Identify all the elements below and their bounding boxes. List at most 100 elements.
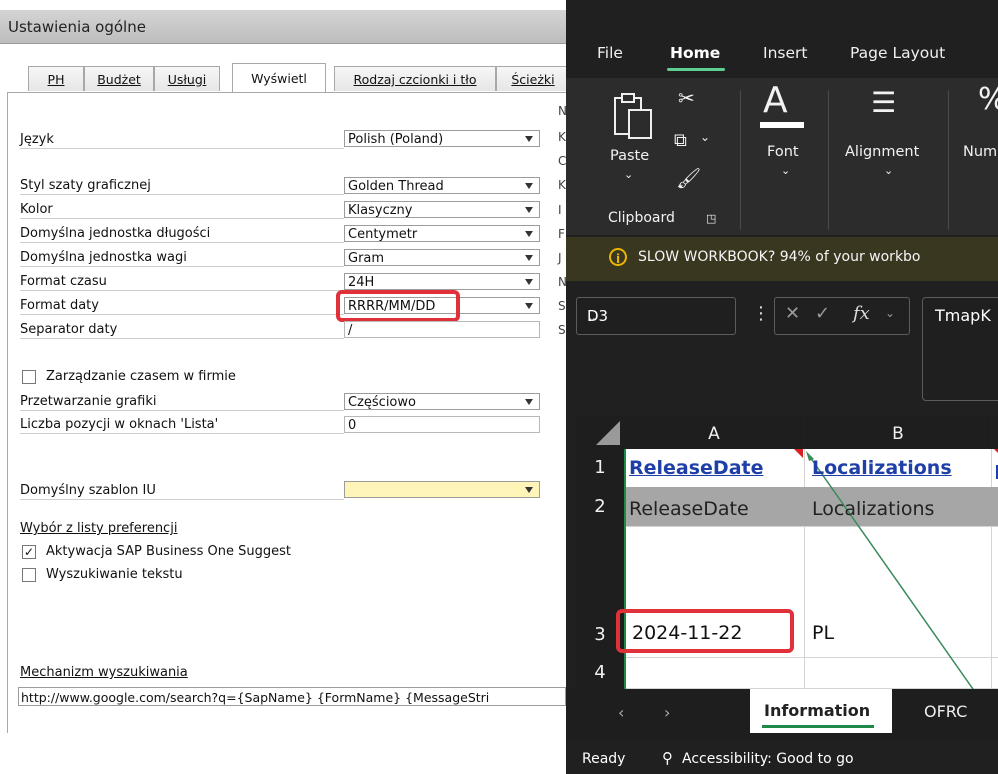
suggest-label: Aktywacja SAP Business One Suggest	[46, 544, 291, 559]
enter-icon[interactable]: ✓	[815, 303, 830, 324]
chevron-down-icon	[525, 207, 533, 213]
ui-template-label: Domyślny szablon IU	[20, 483, 156, 498]
tab-budzet[interactable]: Budżet	[84, 66, 154, 91]
tab-ph[interactable]: PH	[28, 66, 84, 91]
chevron-down-icon[interactable]: ⌄	[884, 164, 893, 177]
clipboard-group-label: Clipboard	[608, 210, 675, 226]
tab-wyswietl[interactable]: Wyświetl	[232, 63, 326, 92]
paste-icon	[614, 93, 652, 139]
name-box[interactable]: D3 ⌄	[576, 297, 736, 335]
menu-home[interactable]: Home	[670, 44, 720, 62]
graphics-processing-label: Przetwarzanie grafiki	[20, 394, 157, 409]
alignment-button[interactable]: Alignment	[845, 144, 919, 160]
cells-area[interactable]	[624, 449, 998, 719]
menu-insert[interactable]: Insert	[763, 44, 807, 62]
prev-sheet-icon[interactable]: ‹	[618, 703, 624, 722]
formula-input[interactable]: TmapK	[922, 297, 998, 401]
list-count-input[interactable]: 0	[344, 416, 540, 433]
date-format-highlight	[336, 290, 460, 322]
theme-label: Styl szaty graficznej	[20, 178, 151, 193]
suggest-checkbox[interactable]: ✓	[22, 545, 36, 559]
ribbon-separator	[828, 90, 829, 230]
clipped-label: J	[558, 251, 562, 265]
status-accessibility[interactable]: Accessibility: Good to go	[682, 751, 854, 767]
chevron-down-icon	[525, 487, 533, 493]
search-engine-url-input[interactable]: http://www.google.com/search?q={SapName}…	[18, 687, 566, 706]
color-select[interactable]: Klasyczny	[344, 201, 540, 218]
menu-file[interactable]: File	[597, 44, 623, 62]
cell-a1[interactable]: ReleaseDate	[629, 457, 764, 479]
tab-uslugi[interactable]: Usługi	[154, 66, 220, 91]
accessibility-icon[interactable]: ⚲	[662, 749, 673, 767]
chevron-down-icon[interactable]: ⌄	[781, 164, 790, 177]
chevron-down-icon	[525, 303, 533, 309]
chevron-down-icon[interactable]: ⌄	[700, 130, 710, 144]
theme-select[interactable]: Golden Thread	[344, 177, 540, 194]
status-ready: Ready	[582, 751, 626, 767]
sap-window-title: Ustawienia ogólne	[8, 18, 146, 36]
format-painter-icon[interactable]: 🖌	[676, 166, 701, 190]
column-header-c[interactable]	[992, 415, 998, 449]
checkmark-icon: ✓	[23, 545, 35, 559]
tab-rodzaj-czcionki[interactable]: Rodzaj czcionki i tło	[334, 66, 496, 91]
sheet-tabs-bar: ‹ › Information OFRC	[566, 689, 998, 739]
time-management-checkbox[interactable]	[22, 370, 36, 384]
row-header-4[interactable]: 4	[576, 658, 624, 688]
language-select[interactable]: Polish (Poland)	[344, 130, 540, 147]
date-separator-input[interactable]: /	[344, 321, 540, 338]
ui-template-select[interactable]	[344, 481, 540, 498]
cell-b3[interactable]: PL	[812, 622, 834, 644]
cut-icon[interactable]: ✂	[678, 86, 695, 110]
select-all-button[interactable]	[576, 415, 624, 449]
chevron-down-icon	[525, 279, 533, 285]
next-sheet-icon[interactable]: ›	[664, 703, 670, 722]
dialog-launcher-icon[interactable]: ◳	[706, 212, 716, 225]
preferences-heading: Wybór z listy preferencji	[20, 521, 178, 536]
cell-b2[interactable]: Localizations	[812, 498, 934, 520]
length-unit-select[interactable]: Centymetr	[344, 225, 540, 242]
cell-b1[interactable]: Localizations	[812, 457, 952, 479]
font-button[interactable]: Font	[767, 144, 799, 160]
graphics-processing-select[interactable]: Częściowo	[344, 393, 540, 410]
column-header-a[interactable]: A	[624, 415, 804, 449]
weight-unit-select[interactable]: Gram	[344, 249, 540, 266]
chevron-down-icon[interactable]: ⌄	[624, 168, 633, 181]
menu-page-layout[interactable]: Page Layout	[850, 44, 945, 62]
tab-sciezki[interactable]: Ścieżki	[496, 66, 566, 91]
sheet-tab-information[interactable]: Information	[750, 689, 892, 733]
row-header-1[interactable]: 1	[576, 449, 624, 487]
weight-unit-label: Domyślna jednostka wagi	[20, 250, 187, 265]
copy-icon[interactable]: ⧉	[674, 130, 687, 151]
time-management-label: Zarządzanie czasem w firmie	[46, 369, 236, 384]
list-count-label: Liczba pozycji w oknach 'Lista'	[20, 417, 219, 432]
language-value: Polish (Poland)	[348, 132, 444, 147]
chevron-down-icon[interactable]: ⌄	[885, 306, 895, 320]
cell-a2[interactable]: ReleaseDate	[629, 498, 749, 520]
length-unit-value: Centymetr	[348, 227, 418, 242]
column-header-b[interactable]: B	[805, 415, 991, 449]
info-icon: i	[609, 248, 627, 266]
chevron-down-icon[interactable]: ⌄	[587, 310, 725, 324]
clipped-label: C	[558, 154, 566, 168]
slow-workbook-banner: i SLOW WORKBOOK? 94% of your workbo	[566, 237, 998, 281]
sheet-tab-ofrc[interactable]: OFRC	[924, 702, 967, 721]
comment-indicator	[794, 449, 803, 458]
paste-button[interactable]: Paste	[610, 148, 649, 164]
row-header-2[interactable]: 2	[576, 488, 624, 526]
cancel-icon[interactable]: ✕	[785, 303, 800, 324]
clipped-label: K	[558, 130, 566, 144]
more-options-icon[interactable]: ⋮	[752, 303, 770, 324]
text-search-checkbox[interactable]	[22, 568, 36, 582]
time-format-label: Format czasu	[20, 274, 107, 289]
insert-function-button[interactable]: fx	[853, 303, 870, 324]
sap-title-bar: Ustawienia ogólne	[0, 10, 566, 44]
date-format-label: Format daty	[20, 298, 99, 313]
clipped-label: N	[558, 104, 566, 118]
language-label: Język	[20, 132, 54, 147]
row-divider	[20, 290, 344, 291]
time-format-select[interactable]: 24H	[344, 273, 540, 290]
sheet-tab-information-label: Information	[764, 701, 871, 720]
number-button[interactable]: Num	[963, 144, 997, 160]
sap-tab-strip: PH Budżet Usługi Wyświetl Rodzaj czcionk…	[0, 63, 566, 92]
row-divider	[20, 433, 344, 434]
